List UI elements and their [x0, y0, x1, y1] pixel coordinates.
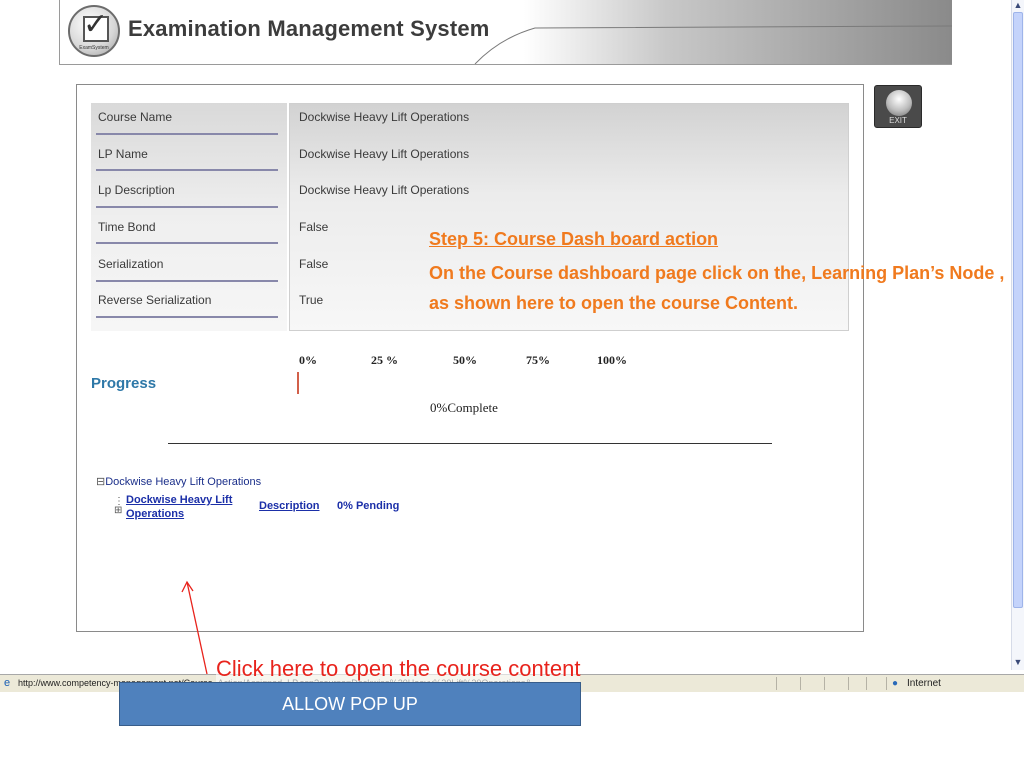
- progress-scale-75: 75%: [526, 353, 550, 367]
- status-divider: [824, 677, 825, 690]
- vertical-scrollbar[interactable]: ▲ ▼: [1011, 0, 1024, 670]
- app-logo: ✓ ExamSystem: [68, 5, 120, 57]
- row-divider: [96, 169, 278, 171]
- status-divider: [776, 677, 777, 690]
- app-title: Examination Management System: [128, 16, 490, 41]
- progress-title: Progress: [91, 375, 157, 392]
- row-divider: [96, 206, 278, 208]
- scroll-down-icon[interactable]: ▼: [1013, 657, 1023, 668]
- lp-description-label: Lp Description: [98, 183, 175, 197]
- tree-root[interactable]: ⊟Dockwise Heavy Lift Operations: [96, 475, 261, 488]
- collapse-icon[interactable]: ⊟: [96, 476, 105, 488]
- node-label-line1[interactable]: Dockwise Heavy Lift: [126, 493, 232, 507]
- allow-popup-button[interactable]: ALLOW POP UP: [119, 682, 581, 726]
- progress-scale-100: 100%: [597, 353, 627, 367]
- checkmark-icon: ✓: [83, 7, 109, 42]
- click-instruction-note: Click here to open the course content: [216, 656, 581, 682]
- status-divider: [866, 677, 867, 690]
- description-link[interactable]: Description: [259, 500, 320, 512]
- app-header: ✓ ExamSystem Examination Management Syst…: [59, 0, 952, 65]
- step-title: Step 5: Course Dash board action: [429, 229, 719, 249]
- reverse-serialization-label: Reverse Serialization: [98, 293, 212, 307]
- status-divider: [848, 677, 849, 690]
- row-divider: [96, 316, 278, 318]
- pointer-arrow-icon: [181, 580, 208, 675]
- expand-node-icon[interactable]: ⋮ ⊞: [114, 497, 124, 516]
- exit-label: EXIT: [889, 116, 907, 125]
- status-divider: [886, 677, 887, 690]
- time-bond-label: Time Bond: [98, 220, 156, 234]
- exit-icon: [886, 90, 912, 116]
- course-name-label: Course Name: [98, 110, 173, 124]
- scrollbar-thumb[interactable]: [1013, 12, 1023, 608]
- progress-scale-50: 50%: [453, 353, 477, 367]
- exit-button[interactable]: EXIT: [874, 85, 922, 128]
- scroll-up-icon[interactable]: ▲: [1013, 0, 1023, 11]
- step-instruction: On the Course dashboard page click on th…: [429, 263, 1005, 313]
- lp-name-value: Dockwise Heavy Lift Operations: [299, 147, 470, 161]
- time-bond-value: False: [299, 220, 329, 234]
- node-label-line2[interactable]: Operations: [126, 507, 232, 521]
- learning-plan-node-link[interactable]: Dockwise Heavy Lift Operations: [126, 493, 232, 521]
- course-name-value: Dockwise Heavy Lift Operations: [299, 110, 470, 124]
- row-divider: [96, 280, 278, 282]
- progress-scale-0: 0%: [299, 353, 317, 367]
- serialization-value: False: [299, 257, 329, 271]
- status-divider: [800, 677, 801, 690]
- progress-complete-text: 0%Complete: [430, 400, 498, 415]
- progress-scale-25: 25 %: [371, 353, 398, 367]
- lp-name-label: LP Name: [98, 147, 148, 161]
- serialization-label: Serialization: [98, 257, 164, 271]
- page-icon: e: [4, 677, 11, 689]
- reverse-serialization-value: True: [299, 293, 324, 307]
- logo-text: ExamSystem: [79, 45, 109, 51]
- section-divider: [168, 443, 772, 444]
- pending-status: 0% Pending: [337, 500, 400, 512]
- tree-root-label[interactable]: Dockwise Heavy Lift Operations: [105, 476, 261, 488]
- security-zone: Internet: [907, 678, 941, 689]
- globe-icon: ●: [892, 678, 899, 689]
- row-divider: [96, 242, 278, 244]
- row-divider: [96, 133, 278, 135]
- progress-bar: [297, 372, 299, 394]
- lp-description-value: Dockwise Heavy Lift Operations: [299, 183, 470, 197]
